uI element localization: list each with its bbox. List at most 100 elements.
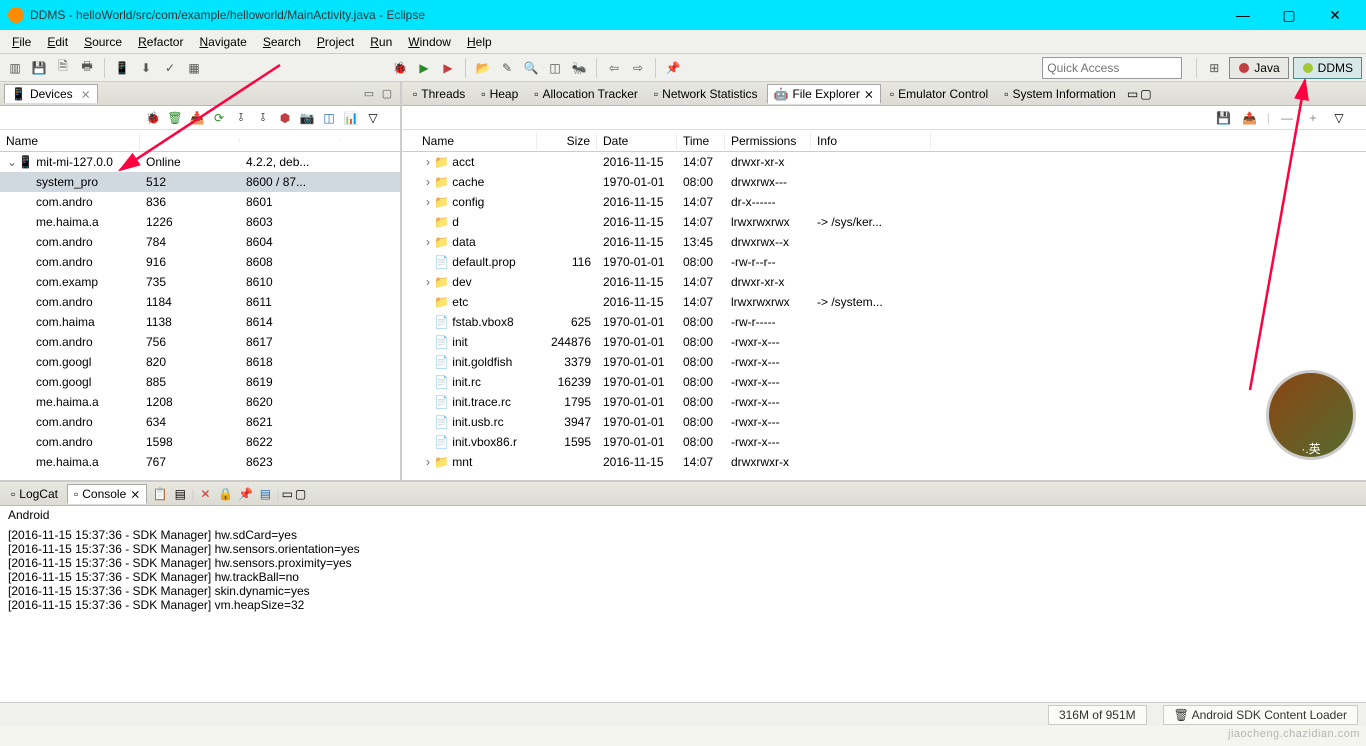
clear-button[interactable]: ✕ [196, 485, 214, 503]
external-button[interactable]: ▶ [437, 57, 459, 79]
menu-navigate[interactable]: Navigate [191, 33, 254, 51]
file-explorer-table[interactable]: Name Size Date Time Permissions Info ›📁 … [402, 130, 1366, 480]
col-port[interactable] [240, 139, 340, 143]
tab-logcat[interactable]: ▫LogCat [4, 484, 65, 504]
tab-threads[interactable]: ▫Threads [406, 84, 472, 104]
sdk-button[interactable]: ⬇ [135, 57, 157, 79]
minimize-panel-button[interactable]: ▭ [1127, 87, 1138, 101]
close-icon[interactable]: ⨯ [864, 87, 874, 101]
file-row[interactable]: 📄 init.trace.rc17951970-01-0108:00-rwxr-… [402, 392, 1366, 412]
push-file-button[interactable]: 📤 [1241, 109, 1259, 127]
process-row[interactable]: com.haima11388614 [0, 312, 400, 332]
ant-button[interactable]: 🐜 [568, 57, 590, 79]
process-row[interactable]: com.andro11848611 [0, 292, 400, 312]
menu-run[interactable]: Run [362, 33, 400, 51]
pin-button[interactable]: 📌 [662, 57, 684, 79]
wizard-button[interactable]: ✎ [496, 57, 518, 79]
process-row[interactable]: me.haima.a12088620 [0, 392, 400, 412]
process-row[interactable]: com.andro7568617 [0, 332, 400, 352]
export-button[interactable]: 📋 [151, 485, 169, 503]
ddms-perspective-button[interactable]: DDMS [1293, 57, 1362, 79]
display-button[interactable]: ▤ [256, 485, 274, 503]
tab-network-statistics[interactable]: ▫Network Statistics [647, 84, 765, 104]
process-row[interactable]: com.googl8858619 [0, 372, 400, 392]
col-date[interactable]: Date [597, 132, 677, 150]
menu-refactor[interactable]: Refactor [130, 33, 191, 51]
file-row[interactable]: 📁 d2016-11-1514:07lrwxrwxrwx-> /sys/ker.… [402, 212, 1366, 232]
minimize-panel-button[interactable]: ▭ [282, 487, 293, 501]
search-button[interactable]: 🔍 [520, 57, 542, 79]
cause-gc-button[interactable]: ⟳ [210, 109, 228, 127]
file-row[interactable]: 📄 init.usb.rc39471970-01-0108:00-rwxr-x-… [402, 412, 1366, 432]
file-row[interactable]: ›📁 data2016-11-1513:45drwxrwx--x [402, 232, 1366, 252]
file-row[interactable]: ›📁 mnt2016-11-1514:07drwxrwxr-x [402, 452, 1366, 472]
expand-icon[interactable]: › [422, 175, 434, 189]
quick-access-input[interactable] [1042, 57, 1182, 79]
print-button[interactable]: 🖶 [76, 57, 98, 79]
toggle-button[interactable]: ◫ [544, 57, 566, 79]
expand-icon[interactable]: › [422, 155, 434, 169]
process-row[interactable]: com.andro7848604 [0, 232, 400, 252]
close-button[interactable]: ✕ [1312, 0, 1358, 30]
process-row[interactable]: com.andro9168608 [0, 252, 400, 272]
col-perm[interactable]: Permissions [725, 132, 811, 150]
tab-system-information[interactable]: ▫System Information [997, 84, 1123, 104]
forward-button[interactable]: ⇨ [627, 57, 649, 79]
menu-window[interactable]: Window [400, 33, 459, 51]
menu-search[interactable]: Search [255, 33, 309, 51]
minimize-button[interactable]: — [1220, 0, 1266, 30]
process-row[interactable]: me.haima.a7678623 [0, 452, 400, 472]
update-threads-button[interactable]: ⫱ [232, 109, 250, 127]
expand-icon[interactable]: › [422, 455, 434, 469]
scroll-lock-button[interactable]: 🔒 [216, 485, 234, 503]
menu-button[interactable]: ▽ [1330, 109, 1348, 127]
file-row[interactable]: ›📁 acct2016-11-1514:07drwxr-xr-x [402, 152, 1366, 172]
perspective-chooser-button[interactable]: ⊞ [1203, 57, 1225, 79]
add-button[interactable]: + [1304, 109, 1322, 127]
close-icon[interactable]: ⨯ [130, 487, 140, 501]
new-class-button[interactable]: 📂 [472, 57, 494, 79]
menu-button[interactable]: ▽ [364, 109, 382, 127]
back-button[interactable]: ⇦ [603, 57, 625, 79]
save-all-button[interactable]: 🗎 [52, 57, 74, 79]
menu-project[interactable]: Project [309, 33, 362, 51]
col-time[interactable]: Time [677, 132, 725, 150]
filter-button[interactable]: ▤ [171, 485, 189, 503]
maximize-panel-button[interactable]: ▢ [295, 487, 306, 501]
file-row[interactable]: 📄 init.vbox86.r15951970-01-0108:00-rwxr-… [402, 432, 1366, 452]
systrace-button[interactable]: 📊 [342, 109, 360, 127]
expand-icon[interactable]: › [422, 195, 434, 209]
file-row[interactable]: 📄 init.goldfish33791970-01-0108:00-rwxr-… [402, 352, 1366, 372]
file-row[interactable]: 📄 init.rc162391970-01-0108:00-rwxr-x--- [402, 372, 1366, 392]
minimize-panel-button[interactable]: ▭ [360, 85, 378, 103]
delete-button[interactable]: — [1278, 109, 1296, 127]
expand-icon[interactable]: › [422, 235, 434, 249]
file-row[interactable]: ›📁 dev2016-11-1514:07drwxr-xr-x [402, 272, 1366, 292]
col-pid[interactable] [140, 139, 240, 143]
file-row[interactable]: 📁 etc2016-11-1514:07lrwxrwxrwx-> /system… [402, 292, 1366, 312]
device-root-row[interactable]: ⌄📱 mit-mi-127.0.0 Online 4.2.2, deb... [0, 152, 400, 172]
menu-help[interactable]: Help [459, 33, 500, 51]
file-row[interactable]: 📄 fstab.vbox86251970-01-0108:00-rw-r----… [402, 312, 1366, 332]
tab-file-explorer[interactable]: 🤖File Explorer⨯ [767, 84, 881, 104]
tab-emulator-control[interactable]: ▫Emulator Control [883, 84, 995, 104]
new-button[interactable]: ▥ [4, 57, 26, 79]
update-heap-button[interactable]: 🗑 [166, 109, 184, 127]
devices-table[interactable]: Name ⌄📱 mit-mi-127.0.0 Online 4.2.2, deb… [0, 130, 400, 480]
process-row[interactable]: com.googl8208618 [0, 352, 400, 372]
process-row[interactable]: com.andro15988622 [0, 432, 400, 452]
screenshot-button[interactable]: 📷 [298, 109, 316, 127]
user-avatar[interactable]: ·.英 [1266, 370, 1356, 460]
process-row[interactable]: system_pro5128600 / 87... [0, 172, 400, 192]
process-row[interactable]: com.andro6348621 [0, 412, 400, 432]
maximize-panel-button[interactable]: ▢ [378, 85, 396, 103]
start-method-button[interactable]: ⫱ [254, 109, 272, 127]
process-row[interactable]: com.examp7358610 [0, 272, 400, 292]
close-tab-icon[interactable]: ⨯ [81, 87, 91, 101]
col-info[interactable]: Info [811, 132, 931, 150]
pull-file-button[interactable]: 💾 [1215, 109, 1233, 127]
new-project-button[interactable]: ▦ [183, 57, 205, 79]
col-name[interactable]: Name [0, 132, 140, 150]
dump-hprof-button[interactable]: 📥 [188, 109, 206, 127]
pin-button[interactable]: 📌 [236, 485, 254, 503]
